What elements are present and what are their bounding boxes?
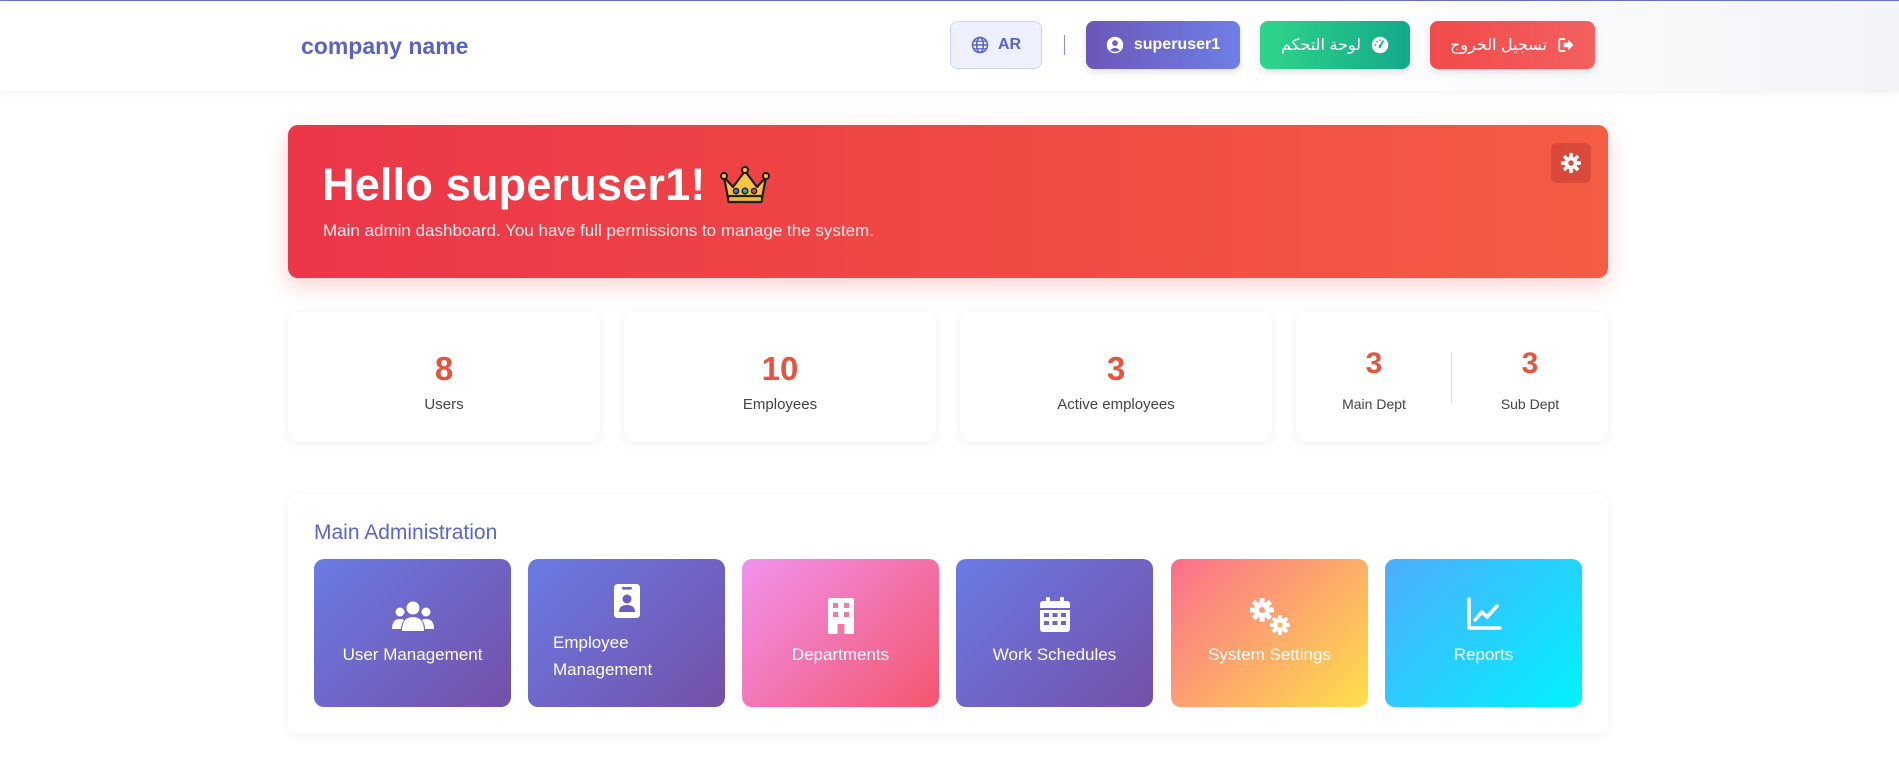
section-title: Main Administration [314,521,498,544]
user-management-tile[interactable]: User Management [314,559,511,707]
user-profile-button[interactable]: superuser1 [1086,21,1240,69]
system-settings-tile[interactable]: System Settings [1171,559,1368,707]
welcome-banner: Hello superuser1! Main admin dashboard. … [288,125,1608,278]
stat-card-employees: 10 Employees [624,312,936,442]
cogs-icon [1249,598,1290,635]
gear-icon [1560,152,1582,174]
tile-label: Work Schedules [992,645,1117,664]
user-circle-icon [1106,36,1124,54]
dashboard-button-label: لوحة التحكم [1280,37,1361,54]
departments-tile[interactable]: Departments [742,559,939,707]
stat-sub-dept: 3 Sub Dept [1452,312,1608,442]
dashboard-button[interactable]: لوحة التحكم [1260,21,1410,69]
id-badge-icon [613,584,640,618]
stat-card-active-employees: 3 Active employees [960,312,1272,442]
stat-value: 3 [1365,347,1383,380]
stat-card-users: 8 Users [288,312,600,442]
header-divider [1064,35,1065,55]
stat-card-departments: 3 Main Dept 3 Sub Dept [1296,312,1608,442]
stat-value: 3 [1106,350,1126,387]
stat-value: 3 [1521,347,1539,380]
stat-value: 8 [434,350,454,387]
tile-label: Reports [1453,645,1514,664]
tachometer-icon [1371,36,1389,54]
banner-settings-button[interactable] [1551,143,1591,183]
stat-label: Users [424,396,464,413]
employee-management-tile[interactable]: Employee Management [528,559,725,707]
sign-out-icon [1558,38,1574,52]
welcome-title-text: Hello superuser1! [322,159,706,210]
user-button-label: superuser1 [1133,36,1221,53]
main-administration-panel: Main Administration User Management Empl… [288,494,1608,734]
stat-value: 10 [761,350,799,387]
users-icon [391,601,434,631]
stat-label: Employees [742,396,818,413]
tile-label: Departments [791,645,890,664]
brand-name[interactable]: company name [301,33,468,60]
logout-button[interactable]: تسجيل الخروج [1430,21,1595,69]
top-navbar: company name AR superuser1 لوحة التحكم ت… [0,1,1899,91]
globe-icon [971,36,989,54]
language-toggle-button[interactable]: AR [950,21,1042,69]
stat-label: Main Dept [1342,396,1406,412]
tile-label: System Settings [1208,645,1331,664]
stat-label: Sub Dept [1500,396,1560,412]
building-icon [827,598,854,634]
tile-label: Employee Management [553,633,653,679]
calendar-icon [1039,597,1070,632]
crown-icon [719,166,770,204]
language-label: AR [997,36,1022,53]
stat-main-dept: 3 Main Dept [1296,312,1452,442]
welcome-subtitle: Main admin dashboard. You have full perm… [323,221,874,240]
chart-line-icon [1466,597,1502,630]
tile-label: User Management [342,645,483,664]
stat-label: Active employees [1057,396,1175,413]
work-schedules-tile[interactable]: Work Schedules [956,559,1153,707]
logout-button-label: تسجيل الخروج [1450,37,1547,54]
reports-tile[interactable]: Reports [1385,559,1582,707]
welcome-title: Hello superuser1! [322,159,770,211]
